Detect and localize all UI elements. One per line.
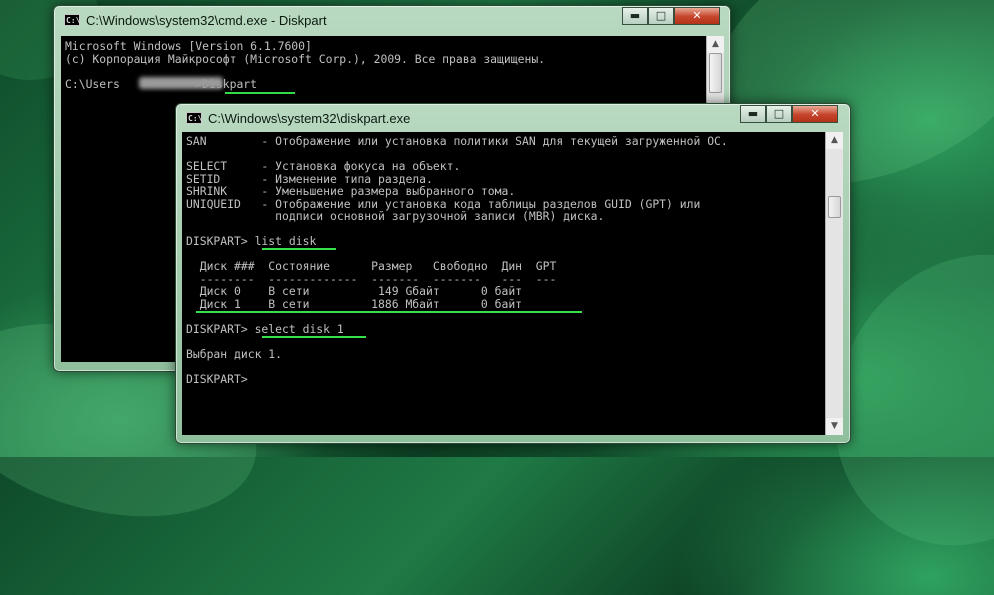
console-line: DISKPART> select disk 1 [186, 321, 344, 336]
scroll-thumb[interactable] [709, 53, 722, 93]
console-line: (c) Корпорация Майкрософт (Microsoft Cor… [65, 51, 546, 66]
console-line: подписи основной загрузочной записи (MBR… [186, 209, 605, 223]
console-line: Microsoft Windows [Version 6.1.7600] [65, 39, 312, 53]
maximize-button[interactable]: □ [648, 7, 674, 25]
highlight-underline [196, 311, 582, 313]
close-button[interactable]: ✕ [674, 7, 720, 25]
minimize-button[interactable]: ▬ [622, 7, 648, 25]
console-line: SHRINK - Уменьшение размера выбранного т… [186, 184, 516, 198]
window-title: C:\Windows\system32\diskpart.exe [208, 111, 411, 126]
scroll-up-arrow-icon[interactable]: ▲ [826, 132, 843, 149]
vertical-scrollbar[interactable]: ▲ ▼ [825, 132, 843, 435]
console-line: SELECT - Установка фокуса на объект. [186, 159, 461, 173]
console-line: SAN - Отображение или установка политики… [186, 134, 728, 148]
scroll-up-arrow-icon[interactable]: ▲ [707, 36, 724, 53]
window-title: C:\Windows\system32\cmd.exe - Diskpart [86, 13, 327, 28]
scroll-down-arrow-icon[interactable]: ▼ [826, 418, 843, 435]
console-line: Выбран диск 1. [186, 346, 283, 361]
console-line: Диск 1 В сети 1886 Мбайт 0 байт [186, 296, 523, 311]
console-line: Диск ### Состояние Размер Свободно Дин G… [186, 259, 557, 273]
console-output[interactable]: SAN - Отображение или установка политики… [182, 132, 825, 435]
console-line: DISKPART> [186, 371, 248, 386]
console-line: DISKPART> list disk [186, 234, 317, 248]
console-icon: C:\ [64, 14, 81, 26]
diskpart-window-titlebar[interactable]: C:\ C:\Windows\system32\diskpart.exe ▬ □… [176, 104, 850, 132]
maximize-button[interactable]: □ [766, 105, 792, 123]
cmd-window-titlebar[interactable]: C:\ C:\Windows\system32\cmd.exe - Diskpa… [54, 6, 730, 34]
console-line: Диск 0 В сети 149 Gбайт 0 байт [186, 284, 523, 298]
console-icon: C:\ [186, 112, 203, 124]
redacted-username [139, 77, 223, 89]
highlight-underline [225, 92, 295, 94]
scroll-thumb[interactable] [828, 196, 841, 218]
close-button[interactable]: ✕ [792, 105, 838, 123]
minimize-button[interactable]: ▬ [740, 105, 766, 123]
highlight-underline [262, 248, 336, 250]
diskpart-window[interactable]: C:\ C:\Windows\system32\diskpart.exe ▬ □… [175, 103, 851, 444]
highlight-underline [262, 336, 366, 338]
